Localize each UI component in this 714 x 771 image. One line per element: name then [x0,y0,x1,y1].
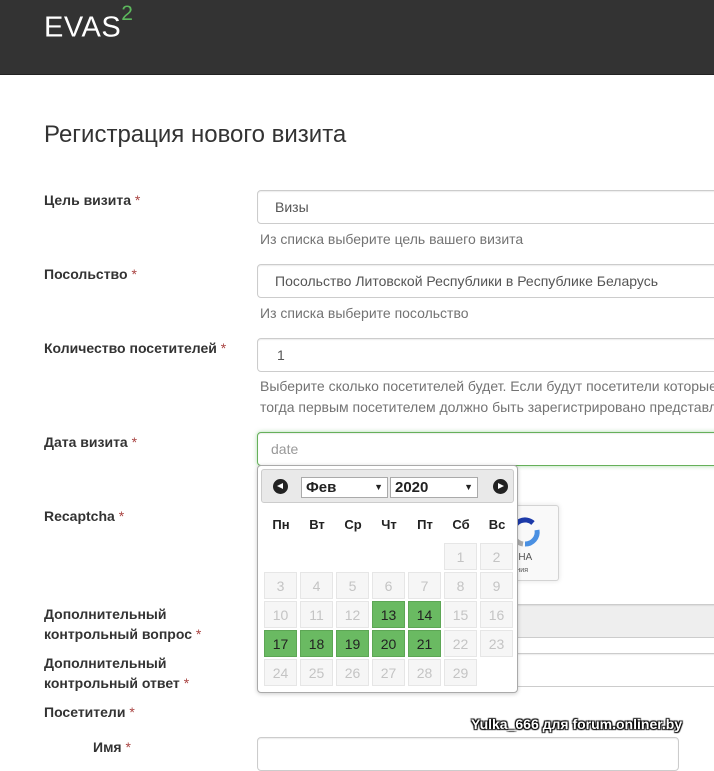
purpose-label: Цель визита * [44,192,141,208]
recaptcha-label: Recaptcha * [44,508,125,524]
calendar-day-disabled: 29 [444,659,477,686]
weekday-header: Ср [344,517,362,532]
visitors-count-help-line1: Выберите сколько посетителей будет. Если… [260,378,714,394]
page-title: Регистрация нового визита [44,121,347,148]
calendar-day-available[interactable]: 21 [408,630,441,657]
extra-question-label: Дополнительный контрольный вопрос * [44,606,202,642]
calendar-day-disabled: 26 [336,659,369,686]
top-navbar: EVAS2 [0,0,714,75]
calendar-day-disabled: 9 [480,572,513,599]
calendar-day-disabled: 8 [444,572,477,599]
calendar-day-disabled: 12 [336,601,369,628]
visitors-count-label: Количество посетителей * [44,340,227,356]
calendar-day-available[interactable]: 14 [408,601,441,628]
calendar-day-disabled: 24 [264,659,297,686]
weekday-header: Вт [309,517,325,532]
name-input[interactable] [257,737,679,771]
weekday-header: Пт [417,517,433,532]
weekday-header: Чт [381,517,397,532]
weekday-header: Пн [272,517,290,532]
calendar-day-disabled: 27 [372,659,405,686]
calendar-day-disabled: 22 [444,630,477,657]
calendar-day-disabled: 5 [336,572,369,599]
visitors-label: Посетители * [44,704,135,720]
calendar-day-available[interactable]: 13 [372,601,405,628]
calendar-day-available[interactable]: 20 [372,630,405,657]
watermark: Yulka_666 для forum.onliner.by [471,716,683,732]
purpose-help: Из списка выберите цель вашего визита [260,231,524,247]
calendar-day-disabled: 2 [480,543,513,570]
embassy-help: Из списка выберите посольство [260,305,469,321]
embassy-label: Посольство * [44,266,137,282]
calendar-day-disabled: 11 [300,601,333,628]
weekday-header: Вс [488,517,506,532]
calendar-day-disabled: 23 [480,630,513,657]
prev-month-icon[interactable] [273,479,288,494]
calendar-day-disabled: 15 [444,601,477,628]
extra-answer-label: Дополнительный контрольный ответ * [44,655,190,691]
calendar-day-available[interactable]: 19 [336,630,369,657]
datepicker-popup: Фев ▼ 2020 ▼ Пн Вт Ср Чт Пт Сб Вс 1 2 3 4 5 6 7 8 9 10 11 12… [257,465,518,693]
next-month-icon[interactable] [493,479,508,494]
calendar-day-disabled: 3 [264,572,297,599]
calendar-day-disabled: 1 [444,543,477,570]
month-select[interactable]: Фев ▼ [301,477,388,498]
visitors-count-help-line2: тогда первым посетителем должно быть зар… [260,399,714,415]
weekday-header: Сб [452,517,470,532]
visit-date-input[interactable]: date [257,432,714,466]
datepicker-header: Фев ▼ 2020 ▼ [261,469,514,503]
calendar-day-disabled: 16 [480,601,513,628]
calendar-day-disabled: 7 [408,572,441,599]
purpose-select[interactable]: Визы [257,190,714,224]
calendar-day-disabled: 28 [408,659,441,686]
brand-logo[interactable]: EVAS2 [44,2,133,45]
calendar-day-disabled: 4 [300,572,333,599]
visitors-count-input[interactable]: 1 [257,338,714,372]
calendar-day-disabled: 6 [372,572,405,599]
calendar-day-disabled: 10 [264,601,297,628]
calendar-day-disabled: 25 [300,659,333,686]
visit-date-label: Дата визита * [44,434,138,450]
year-select[interactable]: 2020 ▼ [390,477,478,498]
calendar-day-available[interactable]: 18 [300,630,333,657]
calendar-day-available[interactable]: 17 [264,630,297,657]
name-label: Имя * [93,739,131,755]
embassy-select[interactable]: Посольство Литовской Республики в Респуб… [257,264,714,298]
